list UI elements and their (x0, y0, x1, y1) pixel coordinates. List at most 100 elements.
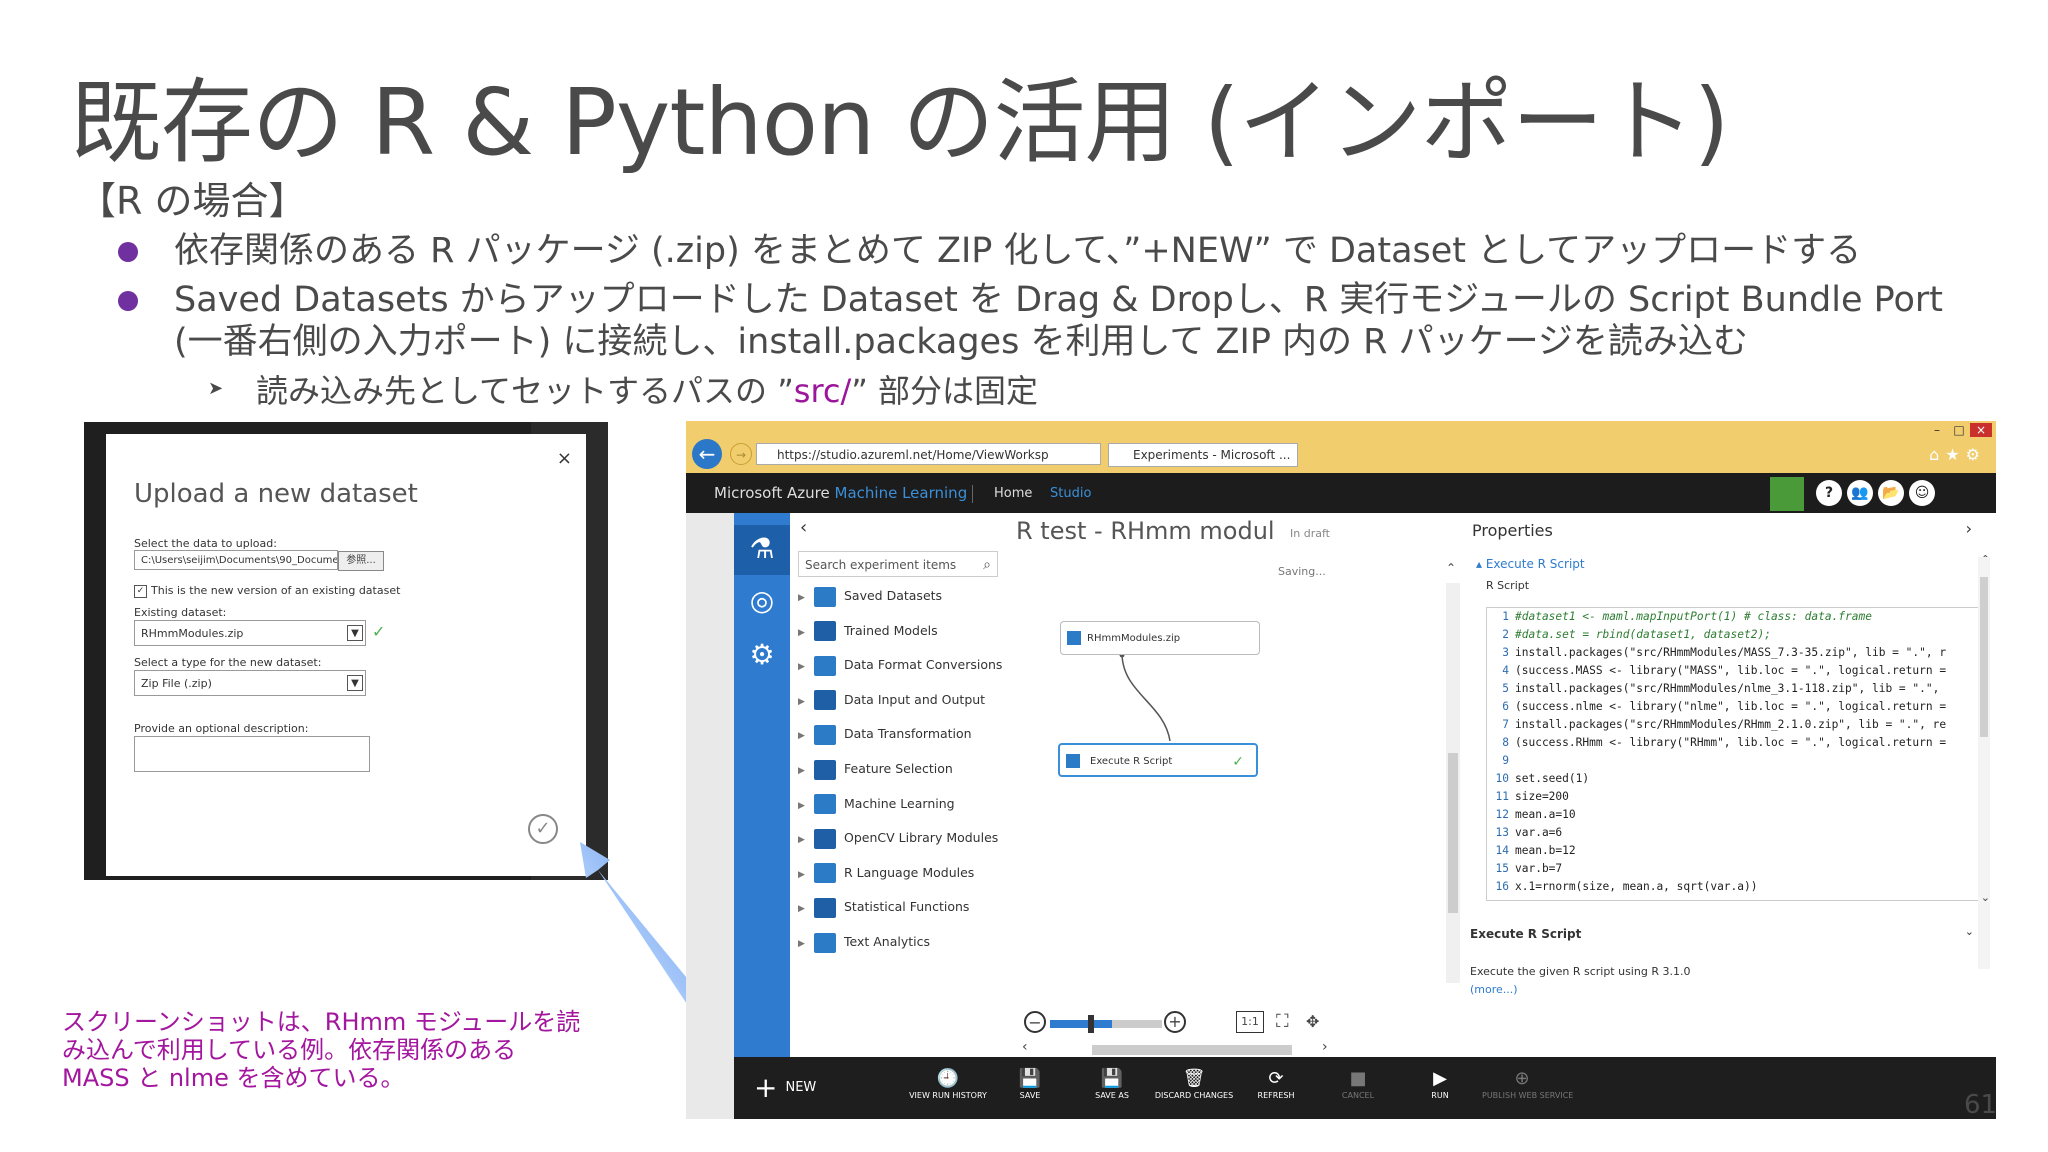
more-link[interactable]: (more...) (1470, 983, 1518, 996)
section-label: Execute R Script (1485, 557, 1585, 571)
zoom-slider[interactable] (1050, 1020, 1162, 1028)
code-line: 11 size=200 (1487, 788, 1981, 806)
feedback-icon[interactable]: ☺ (1909, 480, 1935, 506)
browser-tab[interactable]: Experiments - Microsoft ... (1108, 443, 1298, 467)
browser-toolbar-icons[interactable]: ⌂★⚙ (1929, 445, 1986, 464)
module-category-icon (814, 897, 836, 918)
new-version-checkbox[interactable]: ✓ (134, 584, 147, 598)
valid-check-icon: ✓ (372, 622, 386, 641)
palette-item[interactable]: ▶ Data Format Conversions (798, 652, 1002, 678)
community-icon[interactable]: 👥 (1847, 480, 1873, 506)
new-version-row[interactable]: ✓ This is the new version of an existing … (134, 584, 400, 598)
minimize-button[interactable]: – (1926, 423, 1948, 437)
brand-product: Machine Learning (834, 484, 968, 502)
brand: Microsoft Azure Machine Learning (714, 484, 967, 502)
experiments-flask-icon[interactable]: ⚗ (744, 531, 780, 567)
properties-scroll-thumb[interactable] (1980, 577, 1988, 737)
avatar[interactable] (1770, 477, 1804, 511)
zoom-out-button[interactable]: − (1024, 1011, 1046, 1033)
expand-caret-icon: ▶ (798, 904, 805, 915)
execute-r-script-node[interactable]: Execute R Script ✓ (1058, 743, 1258, 777)
new-button[interactable]: + NEW (754, 1071, 816, 1104)
back-button[interactable]: ← (692, 439, 722, 469)
properties-title: Properties (1472, 521, 1553, 540)
file-path-field[interactable]: C:\Users\seijim\Documents\90_Documents (… (134, 550, 338, 570)
window-close-button[interactable]: × (1970, 423, 1992, 437)
code-text: var.a=6 (1515, 826, 1563, 839)
line-number: 6 (1502, 700, 1509, 713)
command-save-as[interactable]: 💾 SAVE AS (1072, 1067, 1152, 1100)
dataset-type-select[interactable]: Zip File (.zip) ▼ (134, 670, 366, 696)
experiment-canvas[interactable]: R test - RHmm module In draft Saving... … (1004, 513, 1461, 1057)
bullet-dot (118, 242, 138, 262)
command-cancel[interactable]: ■ CANCEL (1318, 1067, 1398, 1100)
settings-gear-icon[interactable]: ⚙ (744, 637, 780, 673)
search-input[interactable]: Search experiment items ⌕ (798, 551, 998, 577)
palette-item[interactable]: ▶ Trained Models (798, 618, 938, 644)
module-category-icon (814, 932, 836, 953)
chevron-left-icon[interactable]: ‹ (800, 517, 807, 538)
nav-home[interactable]: Home (994, 486, 1032, 501)
command-view-run-history[interactable]: 🕘 VIEW RUN HISTORY (908, 1067, 988, 1100)
code-text: size=200 (1515, 790, 1569, 803)
command-icon: 💾 (1100, 1068, 1124, 1089)
aml-body: ⚗ ◎ ⚙ ‹ Search experiment items ⌕ ▶ Saved… (686, 513, 1996, 1119)
palette-item-label: Data Input and Output (844, 691, 986, 707)
restore-button[interactable]: □ (1948, 423, 1970, 437)
expand-caret-icon: ▶ (798, 593, 805, 603)
palette-item-label: Statistical Functions (844, 899, 970, 915)
bullet-dot (118, 291, 138, 311)
r-script-editor[interactable]: 1 #dataset1 <- maml.mapInputPort(1) # cla… (1486, 607, 1982, 901)
horizontal-scrollbar[interactable]: ‹ › (1022, 1039, 1442, 1055)
plus-icon: + (754, 1071, 778, 1104)
palette-item[interactable]: ▶ Machine Learning (798, 791, 955, 817)
palette-item[interactable]: ▶ Saved Datasets (798, 583, 942, 609)
palette-item[interactable]: ▶ OpenCV Library Modules (798, 825, 998, 851)
web-services-globe-icon[interactable]: ◎ (744, 583, 780, 619)
forward-button[interactable]: → (730, 443, 752, 465)
existing-dataset-select[interactable]: RHmmModules.zip ▼ (134, 620, 366, 646)
zoom-knob[interactable] (1088, 1015, 1094, 1033)
code-text: x.1=rnorm(size, mean.a, sqrt(var.a)) (1515, 880, 1758, 893)
pan-icon[interactable]: ✥ (1306, 1011, 1319, 1033)
code-text: (success.RHmm <- library("RHmm", lib.loc… (1515, 736, 1947, 749)
command-refresh[interactable]: ⟳ REFRESH (1236, 1067, 1316, 1100)
folder-icon[interactable]: 📂 (1878, 480, 1904, 506)
url-text: https://studio.azureml.net/Home/ViewWork… (777, 448, 1049, 462)
nav-studio[interactable]: Studio (1050, 486, 1091, 501)
properties-scrollbar[interactable] (1978, 557, 1990, 969)
zoom-actual-size-button[interactable]: 1:1 (1236, 1011, 1264, 1033)
command-publish-web-service[interactable]: ⊕ PUBLISH WEB SERVICE (1482, 1067, 1573, 1100)
search-icon[interactable]: ⌕ (983, 552, 991, 578)
palette-item[interactable]: ▶ Data Transformation (798, 721, 972, 747)
horizontal-scroll-thumb[interactable] (1092, 1045, 1292, 1055)
address-bar[interactable]: https://studio.azureml.net/Home/ViewWork… (756, 443, 1101, 465)
chevron-right-icon[interactable]: › (1322, 1039, 1328, 1055)
close-icon[interactable]: × (557, 448, 572, 469)
properties-section[interactable]: ▴ Execute R Script (1476, 557, 1585, 571)
palette-item[interactable]: ▶ Data Input and Output (798, 687, 985, 713)
chevron-left-icon[interactable]: ‹ (1022, 1039, 1028, 1055)
palette-item[interactable]: ▶ Statistical Functions (798, 894, 969, 920)
description-input[interactable] (134, 736, 370, 772)
palette-item[interactable]: ▶ Feature Selection (798, 756, 953, 782)
browse-button[interactable]: 参照... (338, 551, 384, 571)
palette-item[interactable]: ▶ R Language Modules (798, 860, 974, 886)
code-text: install.packages("src/RHmmModules/MASS_7… (1515, 646, 1947, 659)
help-icon[interactable]: ? (1816, 480, 1842, 506)
chevron-right-icon[interactable]: › (1966, 519, 1972, 538)
dataset-node[interactable]: RHmmModules.zip (1060, 621, 1260, 655)
chevron-down-icon[interactable]: ⌄ (1981, 891, 1990, 904)
expand-caret-icon: ▶ (798, 939, 805, 949)
connector-line (1119, 652, 1171, 742)
fit-to-screen-icon[interactable]: ⛶ (1276, 1011, 1289, 1033)
command-run[interactable]: ▶ RUN (1400, 1067, 1480, 1100)
ok-check-icon[interactable]: ✓ (528, 814, 558, 844)
code-text: #dataset1 <- maml.mapInputPort(1) # clas… (1515, 610, 1872, 623)
command-save[interactable]: 💾 SAVE (990, 1067, 1070, 1100)
palette-item[interactable]: ▶ Text Analytics (798, 929, 930, 955)
zoom-in-button[interactable]: + (1164, 1011, 1186, 1033)
command-discard-changes[interactable]: 🗑 DISCARD CHANGES (1154, 1067, 1234, 1100)
palette-item-label: Feature Selection (844, 761, 953, 776)
chevron-down-icon[interactable]: ⌄ (1965, 925, 1974, 938)
